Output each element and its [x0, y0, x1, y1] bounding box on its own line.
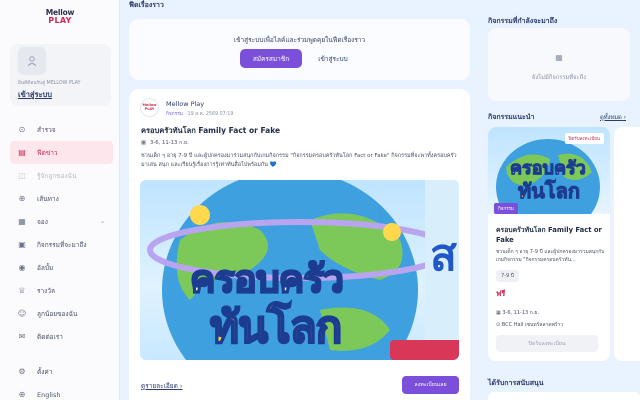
child-icon: ☺ [17, 309, 27, 318]
sidebar-item-label: กิจกรรมที่จะมาถึง [37, 240, 87, 249]
nav-divider [10, 348, 113, 360]
sidebar-item-news-feed[interactable]: ▤ ฟีดข่าว [10, 141, 113, 164]
upcoming-title: กิจกรรมที่กำลังจะมาถึง [488, 17, 558, 25]
sidebar-item-booking[interactable]: ▦ จอง ⌄ [10, 210, 113, 233]
calendar-icon: ▦ [555, 53, 563, 62]
post-author-name[interactable]: Mellow Play [166, 100, 204, 108]
user-card: ยินดีต้อนรับสู่ MELLOW PLAY เข้าสู่ระบบ [10, 44, 111, 106]
feed-post: Mellow PLAY Mellow Play กิจกรรม · 19 ส.ค… [129, 89, 470, 400]
post-title: ครอบครัวทันโลก Family Fact or Fake [141, 126, 281, 135]
welcome-text: ยินดีต้อนรับสู่ MELLOW PLAY [18, 81, 81, 86]
see-all-label: ดูทั้งหมด [600, 115, 622, 121]
post-more-label: ดูรายละเอียด [141, 382, 178, 390]
post-image[interactable]: ครอบครัว ทันโลก ส [140, 180, 459, 360]
sidebar-item-label: รู้จักลูกของฉัน [37, 171, 77, 180]
sidebar-item-album[interactable]: ◉ อัลบั้ม [10, 256, 113, 279]
sidebar-item-explore[interactable]: ⊙ สำรวจ [10, 118, 113, 141]
logo-line-2: PLAY [48, 15, 72, 25]
calendar-icon: ▦ [496, 310, 501, 316]
chat-icon: ✉ [18, 332, 26, 341]
signup-button[interactable]: สมัครสมาชิก [240, 49, 302, 68]
sidebar-item-routes[interactable]: ⊕ เส้นทาง [10, 187, 113, 210]
login-prompt-card: เข้าสู่ระบบเพื่อไลค์และร่วมพูดคุยในฟีดเร… [129, 19, 470, 80]
login-prompt-text: เข้าสู่ระบบเพื่อไลค์และร่วมพูดคุยในฟีดเร… [233, 36, 366, 44]
post-timestamp: · 19 ส.ค. 2569 07:19 [184, 112, 234, 117]
rec-date-text: 3-6, 11-13 ก.ย. [502, 310, 539, 316]
pin-icon: ⊙ [496, 322, 501, 328]
chevron-right-icon: › [179, 382, 183, 390]
mellow-play-logo[interactable]: Mellow PLAY [42, 9, 78, 31]
rec-location: ⊙ BCC Hall เซนทรัลลาดพร้าว [496, 321, 563, 329]
support-title: ได้รับการสนับสนุน [488, 379, 544, 387]
post-date-text: 3-6, 11-13 ก.ย. [150, 140, 189, 146]
post-tag[interactable]: กิจกรรม [166, 112, 183, 117]
sidebar-item-label: ลูกน้อยของฉัน [37, 309, 78, 318]
sidebar-item-rewards[interactable]: ♕ รางวัล [10, 279, 113, 302]
rec-location-text: BCC Hall เซนทรัลลาดพร้าว [501, 322, 564, 328]
recommended-activity-card-next[interactable] [614, 127, 640, 361]
rec-image-headline-2: ทันโลก [518, 179, 581, 204]
sidebar-item-label: ติดต่อเรา [37, 332, 63, 341]
post-register-button[interactable]: ลงทะเบียนเลย [402, 376, 459, 394]
route-icon: ⊕ [18, 194, 26, 203]
sidebar-item-label: ฟีดข่าว [37, 148, 58, 157]
sidebar-login-link[interactable]: เข้าสู่ระบบ [18, 89, 52, 101]
feed-title: ฟีดเรื่องราว [129, 1, 164, 9]
sidebar-item-label: รางวัล [37, 286, 55, 295]
sidebar-item-label: เส้นทาง [37, 194, 59, 203]
closed-ribbon: ปิดรับลงทะเบียน [564, 133, 604, 144]
sidebar-item-contact[interactable]: ✉ ติดต่อเรา [10, 325, 113, 348]
age-badge: 7-9 ปี [496, 270, 519, 282]
rec-title: ครอบครัวทันโลก Family Fact or Fake [496, 226, 602, 244]
trophy-icon: ♕ [18, 286, 26, 295]
see-all-link[interactable]: ดูทั้งหมด › [600, 112, 626, 122]
price-text: ฟรี [496, 289, 506, 298]
post-author-avatar[interactable]: Mellow PLAY [140, 98, 159, 117]
sidebar-item-upcoming[interactable]: ▣ กิจกรรมที่จะมาถึง [10, 233, 113, 256]
sidebar-nav: ⊙ สำรวจ ▤ ฟีดข่าว ◫ รู้จักลูกของฉัน ⊕ เส้นทา… [10, 118, 113, 400]
camera-icon: ◉ [18, 263, 26, 272]
calendar-check-icon: ▣ [18, 240, 26, 249]
globe-icon: ⊕ [18, 390, 26, 399]
sidebar-item-label: อัลบั้ม [37, 263, 54, 272]
calendar-icon: ▦ [141, 140, 147, 146]
recommended-activity-card[interactable]: ครอบครัว ทันโลก ปิดรับลงทะเบียน กิจกรรม … [488, 127, 610, 361]
post-meta: กิจกรรม · 19 ส.ค. 2569 07:19 [166, 110, 233, 118]
support-card [488, 392, 640, 400]
post-image-headline-2: ทันโลก [209, 301, 343, 354]
sidebar-item-label: สำรวจ [37, 125, 56, 134]
sidebar-item-label: English [37, 390, 61, 399]
rec-description: ชวนเด็ก ๆ อายุ 7-9 ปี และผู้ปกครองมาร่วม… [496, 249, 605, 263]
upcoming-empty-text: ยังไม่มีกิจกรรมที่จะถึง [532, 75, 586, 81]
recommended-title: กิจกรรมแนะนำ [488, 113, 535, 121]
sidebar-item-label: จอง [37, 217, 48, 226]
post-description: ชวนเด็ก ๆ อายุ 7-9 ปี และผู้ปกครองมาร่วม… [141, 153, 457, 168]
gear-icon: ⚙ [18, 367, 26, 376]
recommended-activity-image: ครอบครัว ทันโลก ปิดรับลงทะเบียน กิจกรรม [488, 127, 610, 214]
user-avatar-icon [18, 47, 46, 75]
chevron-down-icon: ⌄ [99, 218, 105, 225]
upcoming-empty-card: ▦ ยังไม่มีกิจกรรมที่จะถึง [488, 28, 630, 101]
post-image-side-text: ส [430, 230, 457, 281]
shop-icon: ◫ [18, 171, 26, 180]
calendar-icon: ▦ [18, 217, 26, 226]
news-icon: ▤ [18, 148, 26, 157]
rec-date: ▦ 3-6, 11-13 ก.ย. [496, 309, 539, 317]
post-more-link[interactable]: ดูรายละเอียด › [141, 381, 183, 391]
sidebar-item-language[interactable]: ⊕ English [10, 383, 113, 400]
sidebar-item-my-child[interactable]: ☺ ลูกน้อยของฉัน [10, 302, 113, 325]
sidebar-item-label: ตั้งค่า [37, 367, 53, 376]
login-button[interactable]: เข้าสู่ระบบ [307, 49, 359, 68]
post-image-banner [390, 340, 459, 360]
sidebar: Mellow PLAY ยินดีต้อนรับสู่ MELLOW PLAY … [0, 0, 120, 400]
sidebar-item-know-my-child[interactable]: ◫ รู้จักลูกของฉัน [10, 164, 113, 187]
compass-icon: ⊙ [18, 125, 26, 134]
activity-badge: กิจกรรม [494, 203, 518, 214]
sidebar-item-settings[interactable]: ⚙ ตั้งค่า [10, 360, 113, 383]
closed-registration-button: ปิดรับลงทะเบียน [496, 335, 598, 352]
post-date: ▦ 3-6, 11-13 ก.ย. [141, 139, 189, 147]
